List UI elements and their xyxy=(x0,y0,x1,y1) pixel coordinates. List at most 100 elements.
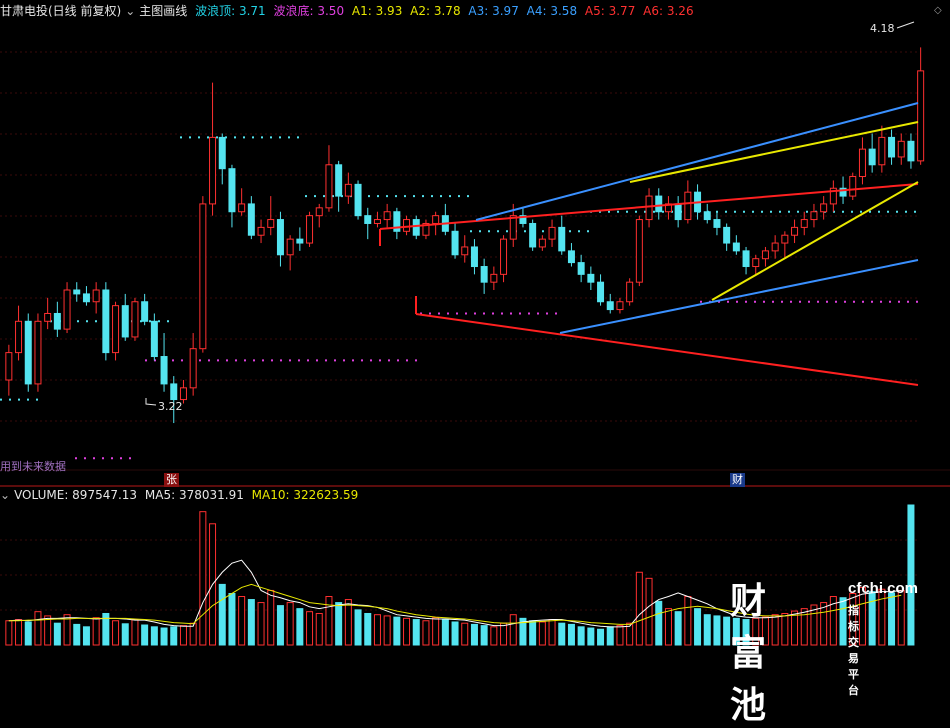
marker-cai[interactable]: 财 xyxy=(730,473,745,487)
volume-bar-47 xyxy=(461,622,469,646)
volume-value: VOLUME: 897547.13 xyxy=(14,488,138,502)
low-price-arrow xyxy=(145,398,157,406)
volume-bar-28 xyxy=(276,605,284,646)
candle-body-9 xyxy=(92,289,100,303)
volume-bar-93 xyxy=(907,504,915,646)
candle-body-7 xyxy=(73,289,81,295)
candle-body-66 xyxy=(645,195,653,221)
volume-bar-38 xyxy=(373,614,381,646)
volume-bar-62 xyxy=(606,626,614,646)
volume-bar-37 xyxy=(364,612,372,646)
volume-bar-86 xyxy=(839,597,847,646)
high-price-arrow xyxy=(896,21,915,29)
volume-bar-81 xyxy=(791,610,799,646)
candle-body-89 xyxy=(868,148,876,166)
volume-bar-11 xyxy=(112,620,120,646)
candle-body-65 xyxy=(635,219,643,283)
volume-bar-9 xyxy=(92,617,100,646)
candle-body-73 xyxy=(713,219,721,228)
candle-body-87 xyxy=(849,176,857,197)
volume-bar-91 xyxy=(888,592,896,646)
indicator-value-0: 波浪顶: 3.71 xyxy=(195,4,266,18)
volume-bar-79 xyxy=(771,614,779,646)
candle-body-92 xyxy=(897,140,905,158)
candle-body-78 xyxy=(761,250,769,260)
volume-bar-13 xyxy=(131,619,139,646)
low-price-label: 3.22 xyxy=(158,400,183,413)
candle-body-22 xyxy=(218,136,226,170)
volume-bar-54 xyxy=(529,620,537,646)
volume-bar-29 xyxy=(286,602,294,646)
volume-bar-3 xyxy=(34,611,42,646)
candle-body-59 xyxy=(577,262,585,275)
volume-bar-16 xyxy=(160,627,168,646)
volume-bar-68 xyxy=(664,608,672,646)
candle-body-76 xyxy=(742,250,750,268)
candle-body-16 xyxy=(160,356,168,385)
volume-bar-55 xyxy=(538,621,546,646)
stock-chart[interactable]: 4.18 3.22 用到未来数据 xyxy=(0,0,950,647)
candle-body-70 xyxy=(684,191,692,221)
chevron-down-icon[interactable]: ⌄ xyxy=(0,488,10,502)
stock-title[interactable]: 甘肃电投(日线 前复权) xyxy=(0,4,121,18)
candle-body-36 xyxy=(354,183,362,217)
volume-bar-33 xyxy=(325,596,333,646)
chevron-down-icon[interactable]: ⌄ xyxy=(125,4,135,18)
candle-body-18 xyxy=(179,387,187,401)
candle-body-11 xyxy=(112,305,120,354)
candle-body-20 xyxy=(199,203,207,350)
candle-body-21 xyxy=(209,136,217,205)
candle-body-23 xyxy=(228,168,236,213)
volume-bar-14 xyxy=(141,624,149,646)
candle-body-42 xyxy=(412,219,420,236)
volume-bar-61 xyxy=(597,628,605,646)
candle-body-51 xyxy=(500,238,508,275)
ma5-value: MA5: 378031.91 xyxy=(144,488,244,502)
volume-bar-15 xyxy=(150,626,158,646)
volume-bar-67 xyxy=(655,600,663,646)
candle-body-75 xyxy=(732,242,740,252)
candle-body-67 xyxy=(655,195,663,213)
candle-body-80 xyxy=(781,234,789,244)
volume-bar-46 xyxy=(451,621,459,646)
volume-bar-80 xyxy=(781,612,789,646)
candle-body-17 xyxy=(170,383,178,401)
volume-bar-60 xyxy=(587,627,595,646)
volume-bar-43 xyxy=(422,620,430,646)
candle-body-8 xyxy=(82,293,90,303)
indicator-value-5: A4: 3.58 xyxy=(526,4,578,18)
candle-body-15 xyxy=(150,320,158,358)
candle-body-30 xyxy=(296,238,304,244)
candle-body-54 xyxy=(529,222,537,248)
candle-body-58 xyxy=(567,250,575,264)
candle-body-1 xyxy=(15,320,23,354)
volume-bar-90 xyxy=(878,588,886,646)
ma10-value: MA10: 322623.59 xyxy=(251,488,359,502)
candle-body-79 xyxy=(771,242,779,252)
indicator-value-2: A1: 3.93 xyxy=(351,4,403,18)
volume-bar-23 xyxy=(228,592,236,646)
volume-bar-36 xyxy=(354,609,362,646)
candle-body-63 xyxy=(616,301,624,311)
trend-line-blue-lower xyxy=(559,259,919,334)
candle-body-10 xyxy=(102,289,110,354)
candle-body-37 xyxy=(364,215,372,224)
candle-body-6 xyxy=(63,289,71,330)
candle-body-84 xyxy=(820,203,828,213)
indicator-name[interactable]: 主图画线 xyxy=(139,4,187,18)
volume-bar-63 xyxy=(616,625,624,646)
candle-body-0 xyxy=(5,352,13,381)
candle-body-88 xyxy=(858,148,866,178)
candle-body-81 xyxy=(791,226,799,236)
volume-bar-12 xyxy=(121,623,129,646)
volume-bar-49 xyxy=(480,625,488,646)
candle-body-48 xyxy=(470,246,478,268)
candle-body-60 xyxy=(587,273,595,283)
volume-bar-84 xyxy=(820,602,828,646)
volume-bar-58 xyxy=(567,623,575,646)
diamond-icon[interactable]: ◇ xyxy=(934,5,942,16)
candle-body-56 xyxy=(548,226,556,240)
candle-body-77 xyxy=(752,258,760,268)
candle-body-46 xyxy=(451,230,459,256)
marker-zhang[interactable]: 张 xyxy=(164,473,179,487)
